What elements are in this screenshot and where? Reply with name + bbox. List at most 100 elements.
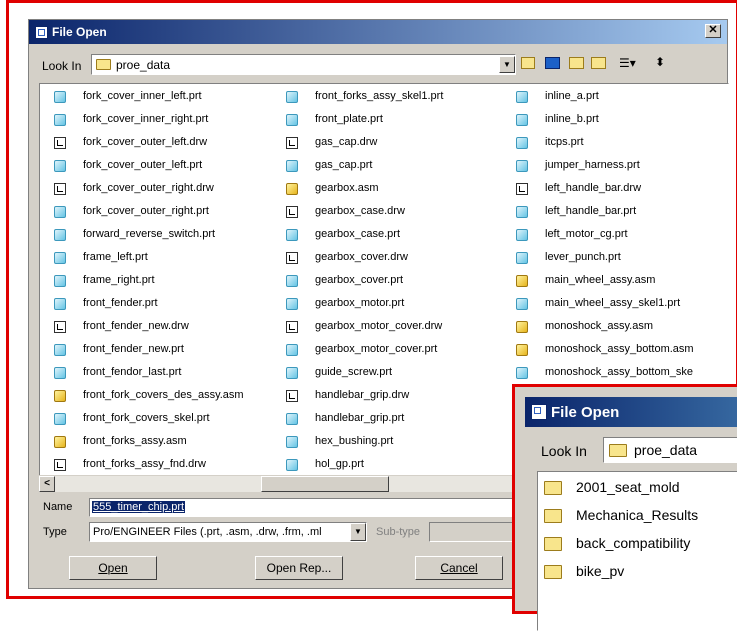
cancel-button[interactable]: Cancel xyxy=(415,556,503,580)
file-name: itcps.prt xyxy=(545,136,584,148)
folder-name: bike_pv xyxy=(576,563,625,579)
file-name: monoshock_assy_bottom.asm xyxy=(545,343,694,355)
file-list-item[interactable]: itcps.prt xyxy=(516,135,716,151)
open-button[interactable]: Open xyxy=(69,556,157,580)
file-list-item[interactable]: front_forks_assy_skel1.prt xyxy=(286,89,511,105)
file-name: front_forks_assy_skel1.prt xyxy=(315,90,444,102)
open-rep-button[interactable]: Open Rep... xyxy=(255,556,343,580)
file-name: gearbox_cover.drw xyxy=(315,251,408,263)
file-list-item[interactable]: frame_left.prt xyxy=(54,250,279,266)
working-directory-icon[interactable] xyxy=(591,57,606,69)
drw-file-icon xyxy=(286,206,298,218)
type-label: Type xyxy=(43,526,67,538)
file-list-item[interactable]: frame_right.prt xyxy=(54,273,279,289)
file-list-item[interactable]: fork_cover_outer_right.prt xyxy=(54,204,279,220)
prt-file-icon xyxy=(516,367,528,379)
prt-file-icon xyxy=(54,114,66,126)
dialog1-titlebar[interactable]: File Open ✕ xyxy=(29,20,727,44)
file-list-item[interactable]: inline_b.prt xyxy=(516,112,716,128)
new-folder-icon[interactable] xyxy=(569,57,584,69)
file-name: front_fender.prt xyxy=(83,297,158,309)
file-name: front_fender_new.drw xyxy=(83,320,189,332)
file-list-item[interactable]: handlebar_grip.drw xyxy=(286,388,511,404)
file-name: front_fender_new.prt xyxy=(83,343,184,355)
look-in-dropdown-arrow[interactable]: ▼ xyxy=(499,56,515,73)
file-list-item[interactable]: left_motor_cg.prt xyxy=(516,227,716,243)
folder-name: Mechanica_Results xyxy=(576,507,699,523)
asm-file-icon xyxy=(54,436,66,448)
file-list-item[interactable]: front_plate.prt xyxy=(286,112,511,128)
file-list-item[interactable]: fork_cover_inner_right.prt xyxy=(54,112,279,128)
file-list-item[interactable]: monoshock_assy.asm xyxy=(516,319,716,335)
drw-file-icon xyxy=(286,321,298,333)
type-dropdown-arrow[interactable]: ▼ xyxy=(350,523,366,541)
file-list-item[interactable]: gearbox_motor_cover.drw xyxy=(286,319,511,335)
name-input-value: 555_timer_chip.prt xyxy=(92,501,186,513)
file-list-item[interactable]: front_fender_new.prt xyxy=(54,342,279,358)
file-list-item[interactable]: gearbox_cover.drw xyxy=(286,250,511,266)
close-icon[interactable]: ✕ xyxy=(705,24,721,38)
file-list-item[interactable]: gas_cap.drw xyxy=(286,135,511,151)
asm-file-icon xyxy=(516,275,528,287)
file-name: jumper_harness.prt xyxy=(545,159,640,171)
file-list-item[interactable]: front_forks_assy.asm xyxy=(54,434,279,450)
list-view-icon[interactable]: ☰▾ xyxy=(619,56,641,70)
file-list-item[interactable]: forward_reverse_switch.prt xyxy=(54,227,279,243)
file-list-item[interactable]: main_wheel_assy.asm xyxy=(516,273,716,289)
file-list-item[interactable]: hex_bushing.prt xyxy=(286,434,511,450)
dialog2-look-in-value: proe_data xyxy=(634,442,698,458)
file-name: gearbox_motor_cover.prt xyxy=(315,343,438,355)
file-list-item[interactable]: front_forks_assy_fnd.drw xyxy=(54,457,279,473)
file-list-item[interactable]: handlebar_grip.prt xyxy=(286,411,511,427)
file-list-item[interactable]: monoshock_assy_bottom_ske xyxy=(516,365,716,381)
file-list-item[interactable]: fork_cover_outer_right.drw xyxy=(54,181,279,197)
file-name: gearbox.asm xyxy=(315,182,379,194)
file-list-item[interactable]: left_handle_bar.prt xyxy=(516,204,716,220)
file-list-item[interactable]: fork_cover_inner_left.prt xyxy=(54,89,279,105)
file-list-item[interactable]: front_fork_covers_skel.prt xyxy=(54,411,279,427)
prt-file-icon xyxy=(516,91,528,103)
file-list-item[interactable]: jumper_harness.prt xyxy=(516,158,716,174)
file-list-item[interactable]: gearbox.asm xyxy=(286,181,511,197)
file-name: inline_b.prt xyxy=(545,113,599,125)
file-list-item[interactable]: front_fendor_last.prt xyxy=(54,365,279,381)
file-name: front_plate.prt xyxy=(315,113,383,125)
drw-file-icon xyxy=(54,137,66,149)
scroll-left-button[interactable]: < xyxy=(39,476,55,492)
file-list-item[interactable]: guide_screw.prt xyxy=(286,365,511,381)
file-list-item[interactable]: front_fender_new.drw xyxy=(54,319,279,335)
file-name: fork_cover_outer_left.drw xyxy=(83,136,208,148)
look-in-label: Look In xyxy=(42,59,82,73)
prt-file-icon xyxy=(54,367,66,379)
prt-file-icon xyxy=(286,160,298,172)
file-list-item[interactable]: inline_a.prt xyxy=(516,89,716,105)
file-list-item[interactable]: fork_cover_outer_left.prt xyxy=(54,158,279,174)
file-list-item[interactable]: monoshock_assy_bottom.asm xyxy=(516,342,716,358)
desktop-icon[interactable] xyxy=(545,57,560,69)
dialog2-file-list[interactable]: 2001_seat_mold Mechanica_Results back_comp… xyxy=(537,471,737,631)
prt-file-icon xyxy=(286,459,298,471)
dialog2-look-in-dropdown[interactable]: proe_data xyxy=(603,437,737,463)
type-select[interactable]: Pro/ENGINEER Files (.prt, .asm, .drw, .f… xyxy=(89,522,367,542)
file-list-item[interactable]: fork_cover_outer_left.drw xyxy=(54,135,279,151)
file-name: gearbox_case.drw xyxy=(315,205,405,217)
file-list-item[interactable]: gas_cap.prt xyxy=(286,158,511,174)
file-list-item[interactable]: gearbox_case.prt xyxy=(286,227,511,243)
file-list-item[interactable]: left_handle_bar.drw xyxy=(516,181,716,197)
file-list-item[interactable]: gearbox_motor.prt xyxy=(286,296,511,312)
look-in-dropdown[interactable]: proe_data xyxy=(91,54,516,75)
file-list-item[interactable]: hol_gp.prt xyxy=(286,457,511,473)
up-folder-icon[interactable] xyxy=(521,57,535,69)
file-list-item[interactable]: front_fender.prt xyxy=(54,296,279,312)
file-list-item[interactable]: front_fork_covers_des_assy.asm xyxy=(54,388,279,404)
dialog2-titlebar[interactable]: File Open xyxy=(525,397,737,427)
file-name: left_handle_bar.prt xyxy=(545,205,637,217)
file-name: front_fork_covers_des_assy.asm xyxy=(83,389,244,401)
file-list-item[interactable]: gearbox_motor_cover.prt xyxy=(286,342,511,358)
tools-icon[interactable]: ⬍ xyxy=(655,55,669,69)
file-list-item[interactable]: main_wheel_assy_skel1.prt xyxy=(516,296,716,312)
file-list-item[interactable]: gearbox_cover.prt xyxy=(286,273,511,289)
file-list-item[interactable]: lever_punch.prt xyxy=(516,250,716,266)
file-list-item[interactable]: gearbox_case.drw xyxy=(286,204,511,220)
scrollbar-thumb[interactable] xyxy=(261,476,389,492)
